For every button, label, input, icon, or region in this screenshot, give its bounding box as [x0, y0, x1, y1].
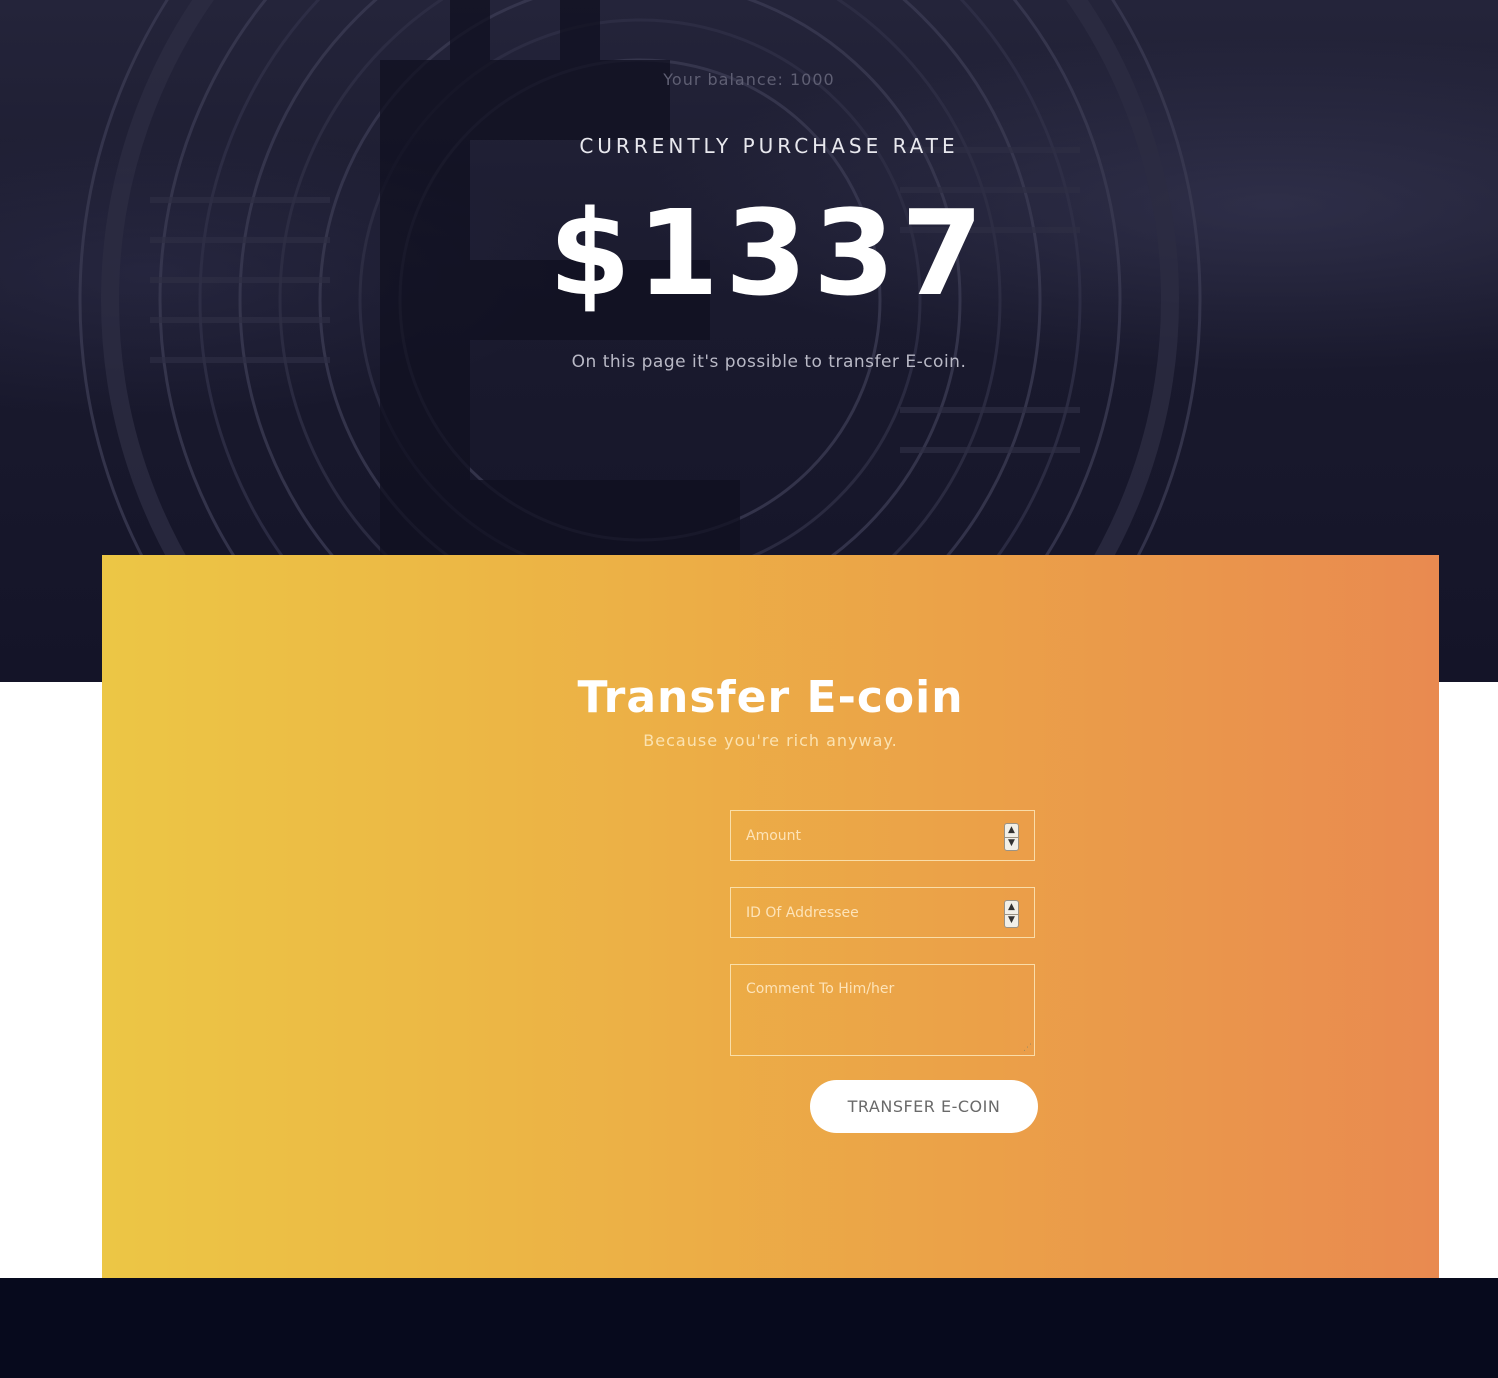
addressee-stepper[interactable]: ▲ ▼ — [1004, 900, 1019, 928]
amount-input[interactable] — [731, 811, 1034, 860]
addressee-id-input[interactable] — [731, 888, 1034, 937]
amount-stepper[interactable]: ▲ ▼ — [1004, 823, 1019, 851]
hero-description: On this page it's possible to transfer E… — [571, 352, 967, 372]
stepper-down-icon[interactable]: ▼ — [1005, 914, 1018, 927]
resize-grip-icon[interactable]: ⋰ — [1022, 1043, 1032, 1053]
transfer-subtitle: Because you're rich anyway. — [643, 731, 898, 750]
page-footer — [0, 1278, 1498, 1378]
balance-text: Your balance: 1000 — [663, 70, 835, 89]
stepper-down-icon[interactable]: ▼ — [1005, 837, 1018, 850]
transfer-title: Transfer E-coin — [577, 672, 964, 723]
transfer-submit-button[interactable]: TRANSFER E-COIN — [810, 1080, 1038, 1133]
purchase-rate-label: CURRENTLY PURCHASE RATE — [579, 134, 959, 158]
purchase-rate-value: $1337 — [548, 184, 990, 322]
comment-field-wrapper: ⋰ — [730, 964, 1035, 1056]
addressee-field-wrapper: ▲ ▼ — [730, 887, 1035, 938]
comment-textarea[interactable] — [731, 965, 1034, 1055]
amount-field-wrapper: ▲ ▼ — [730, 810, 1035, 861]
stepper-up-icon[interactable]: ▲ — [1005, 901, 1018, 915]
transfer-card: Transfer E-coin Because you're rich anyw… — [102, 555, 1439, 1278]
stepper-up-icon[interactable]: ▲ — [1005, 824, 1018, 838]
